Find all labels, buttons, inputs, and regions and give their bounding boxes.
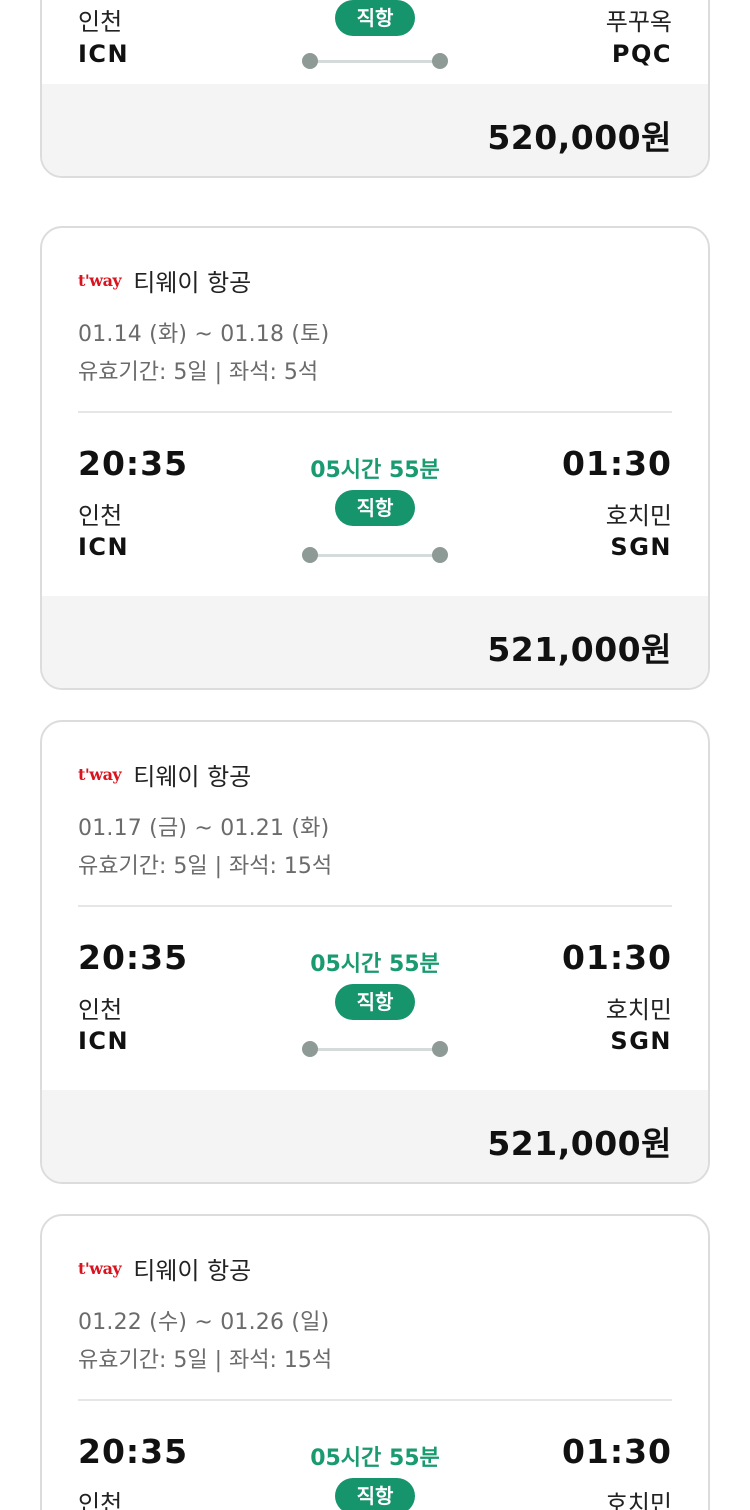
- divider: [78, 1399, 672, 1401]
- departure-code: ICN: [78, 1027, 130, 1055]
- arrival-time: 01:30: [561, 938, 672, 977]
- arrival-city: 호치민: [605, 502, 672, 530]
- route-end-dot: [432, 547, 448, 563]
- tway-logo: t'way: [78, 1258, 122, 1278]
- price: 520,000원: [487, 118, 672, 157]
- flight-summary: 인천 ICN 직항 푸꾸옥 PQC: [42, 0, 708, 84]
- direct-flight-badge: 직항: [335, 984, 415, 1020]
- flight-card[interactable]: t'way 티웨이 항공 01.22 (수) ~ 01.26 (일) 유효기간:…: [40, 1214, 710, 1510]
- departure-code: ICN: [78, 533, 130, 561]
- arrival-city: 호치민: [605, 996, 672, 1024]
- route-start-dot: [302, 547, 318, 563]
- flight-card[interactable]: 인천 ICN 직항 푸꾸옥 PQC 520,000원: [40, 0, 710, 178]
- arrival-city: 푸꾸옥: [605, 8, 672, 36]
- direct-flight-badge: 직항: [335, 0, 415, 36]
- airline-row: t'way 티웨이 항공: [78, 758, 252, 791]
- airline-row: t'way 티웨이 항공: [78, 1252, 252, 1285]
- arrival-city: 호치민: [605, 1490, 672, 1510]
- divider: [78, 905, 672, 907]
- flight-summary: t'way 티웨이 항공 01.17 (금) ~ 01.21 (화) 유효기간:…: [42, 722, 708, 1090]
- price-bar: 521,000원: [42, 1090, 708, 1182]
- airline-name: 티웨이 항공: [133, 1256, 252, 1285]
- flight-card[interactable]: t'way 티웨이 항공 01.17 (금) ~ 01.21 (화) 유효기간:…: [40, 720, 710, 1184]
- price: 521,000원: [487, 1124, 672, 1163]
- arrival-code: PQC: [611, 40, 672, 68]
- departure-city: 인천: [78, 502, 123, 530]
- travel-dates: 01.17 (금) ~ 01.21 (화): [78, 816, 330, 841]
- divider: [78, 411, 672, 413]
- route-line: [302, 1041, 448, 1057]
- price-bar: 521,000원: [42, 596, 708, 688]
- flight-summary: t'way 티웨이 항공 01.22 (수) ~ 01.26 (일) 유효기간:…: [42, 1216, 708, 1510]
- price-bar: 520,000원: [42, 84, 708, 176]
- airline-row: t'way 티웨이 항공: [78, 264, 252, 297]
- price: 521,000원: [487, 630, 672, 669]
- route-start-dot: [302, 53, 318, 69]
- validity-seats: 유효기간: 5일 | 좌석: 15석: [78, 854, 333, 879]
- direct-flight-badge: 직항: [335, 490, 415, 526]
- validity-seats: 유효기간: 5일 | 좌석: 15석: [78, 1348, 333, 1373]
- route-end-dot: [432, 53, 448, 69]
- flight-summary: t'way 티웨이 항공 01.14 (화) ~ 01.18 (토) 유효기간:…: [42, 228, 708, 596]
- travel-dates: 01.14 (화) ~ 01.18 (토): [78, 322, 330, 347]
- direct-flight-badge: 직항: [335, 1478, 415, 1510]
- validity-seats: 유효기간: 5일 | 좌석: 5석: [78, 360, 319, 385]
- travel-dates: 01.22 (수) ~ 01.26 (일): [78, 1310, 330, 1335]
- departure-city: 인천: [78, 1490, 123, 1510]
- departure-city: 인천: [78, 996, 123, 1024]
- departure-code: ICN: [78, 40, 130, 68]
- route-line: [302, 53, 448, 69]
- route-end-dot: [432, 1041, 448, 1057]
- route-start-dot: [302, 1041, 318, 1057]
- arrival-code: SGN: [610, 1027, 672, 1055]
- arrival-code: SGN: [610, 533, 672, 561]
- tway-logo: t'way: [78, 270, 122, 290]
- departure-city: 인천: [78, 8, 123, 36]
- airline-name: 티웨이 항공: [133, 268, 252, 297]
- tway-logo: t'way: [78, 764, 122, 784]
- arrival-time: 01:30: [561, 444, 672, 483]
- route-line: [302, 547, 448, 563]
- airline-name: 티웨이 항공: [133, 762, 252, 791]
- arrival-time: 01:30: [561, 1432, 672, 1471]
- flight-card[interactable]: t'way 티웨이 항공 01.14 (화) ~ 01.18 (토) 유효기간:…: [40, 226, 710, 690]
